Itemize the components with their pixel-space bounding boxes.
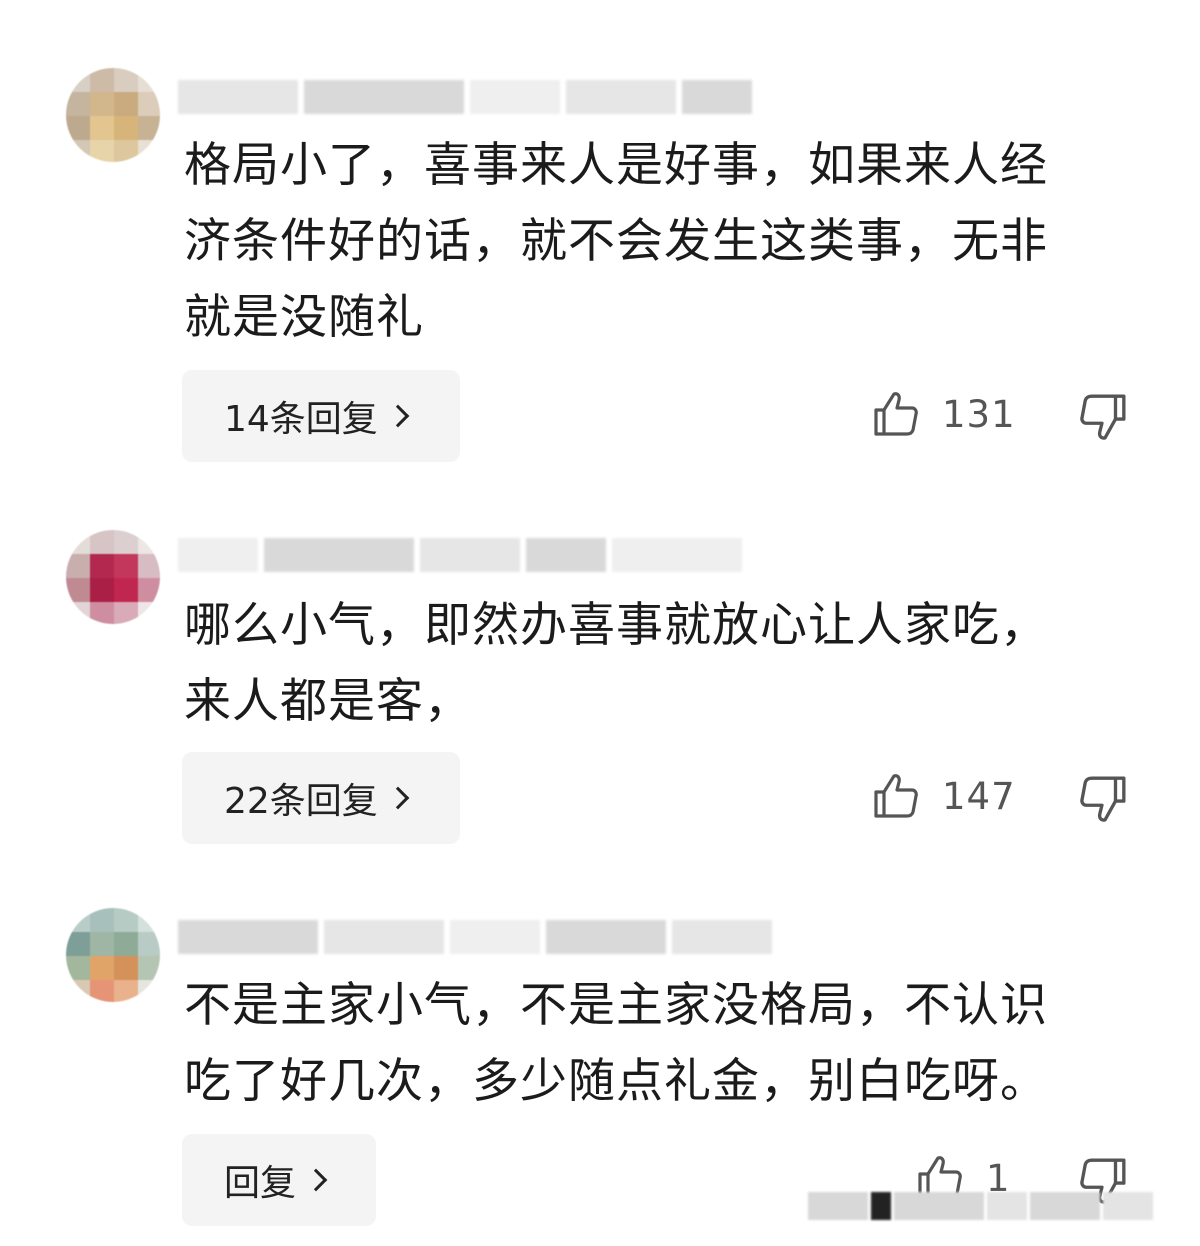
view-replies-button[interactable]: 22条回复: [182, 752, 460, 844]
chevron-right-icon: [386, 404, 410, 428]
like-count: 147: [942, 774, 1016, 818]
view-replies-button[interactable]: 14条回复: [182, 370, 460, 462]
chevron-right-icon: [386, 786, 410, 810]
comment-text: 哪么小气，即然办喜事就放心让人家吃， 来人都是客，: [184, 598, 1048, 729]
username-redacted[interactable]: [178, 916, 772, 958]
replies-label: 回复: [224, 1163, 297, 1204]
avatar[interactable]: [66, 530, 160, 624]
replies-label: 14条回复: [224, 399, 378, 440]
view-replies-button[interactable]: 回复: [182, 1134, 376, 1226]
replies-label: 22条回复: [224, 781, 378, 822]
thumbs-down-icon[interactable]: [1078, 392, 1128, 442]
avatar[interactable]: [66, 68, 160, 162]
comment-text: 格局小了，喜事来人是好事，如果来人经 济条件好的话，就不会发生这类事，无非 就是…: [184, 138, 1048, 345]
thumbs-down-icon[interactable]: [1078, 774, 1128, 824]
chevron-right-icon: [304, 1168, 328, 1192]
like-count: 131: [942, 392, 1016, 436]
avatar[interactable]: [66, 908, 160, 1002]
watermark-redacted: [808, 1190, 1178, 1222]
thumbs-up-icon: [874, 392, 918, 436]
thumbs-up-icon: [874, 774, 918, 818]
username-redacted[interactable]: [178, 76, 752, 118]
like-button[interactable]: 147: [872, 772, 1016, 820]
comment-text: 不是主家小气，不是主家没格局，不认识 吃了好几次，多少随点礼金，别白吃呀。: [184, 978, 1048, 1109]
like-button[interactable]: 131: [872, 390, 1016, 438]
username-redacted[interactable]: [178, 534, 742, 576]
